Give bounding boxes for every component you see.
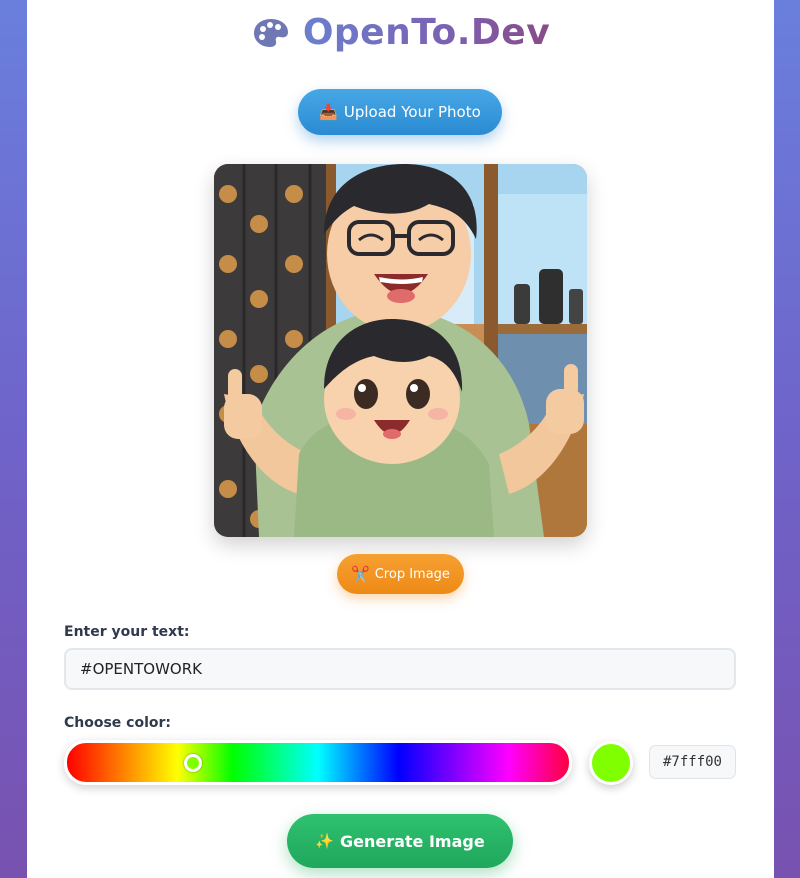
inbox-tray-icon: 📥: [319, 103, 338, 121]
upload-photo-label: Upload Your Photo: [343, 103, 481, 121]
scissors-icon: ✂️: [351, 565, 370, 583]
color-field-label: Choose color:: [64, 715, 172, 731]
photo-preview-image: [214, 164, 587, 537]
main-card: OpenTo.Dev 📥 Upload Your Photo ✂️ Crop I…: [27, 0, 774, 878]
hue-slider-thumb[interactable]: [183, 754, 202, 772]
photo-preview: [214, 164, 587, 537]
sparkles-icon: ✨: [315, 832, 334, 850]
app-header: OpenTo.Dev: [27, 12, 774, 53]
text-field-label: Enter your text:: [64, 624, 190, 640]
hex-color-value[interactable]: #7fff00: [649, 745, 736, 779]
palette-icon: [253, 18, 288, 47]
upload-photo-button[interactable]: 📥 Upload Your Photo: [298, 89, 502, 135]
text-input[interactable]: [64, 648, 736, 690]
generate-image-button[interactable]: ✨ Generate Image: [287, 814, 513, 868]
hue-slider[interactable]: [64, 740, 572, 785]
crop-image-button[interactable]: ✂️ Crop Image: [337, 554, 464, 594]
color-swatch[interactable]: [589, 741, 633, 785]
app-title: OpenTo.Dev: [302, 12, 551, 53]
generate-image-label: Generate Image: [339, 831, 485, 851]
crop-image-label: Crop Image: [374, 566, 450, 582]
